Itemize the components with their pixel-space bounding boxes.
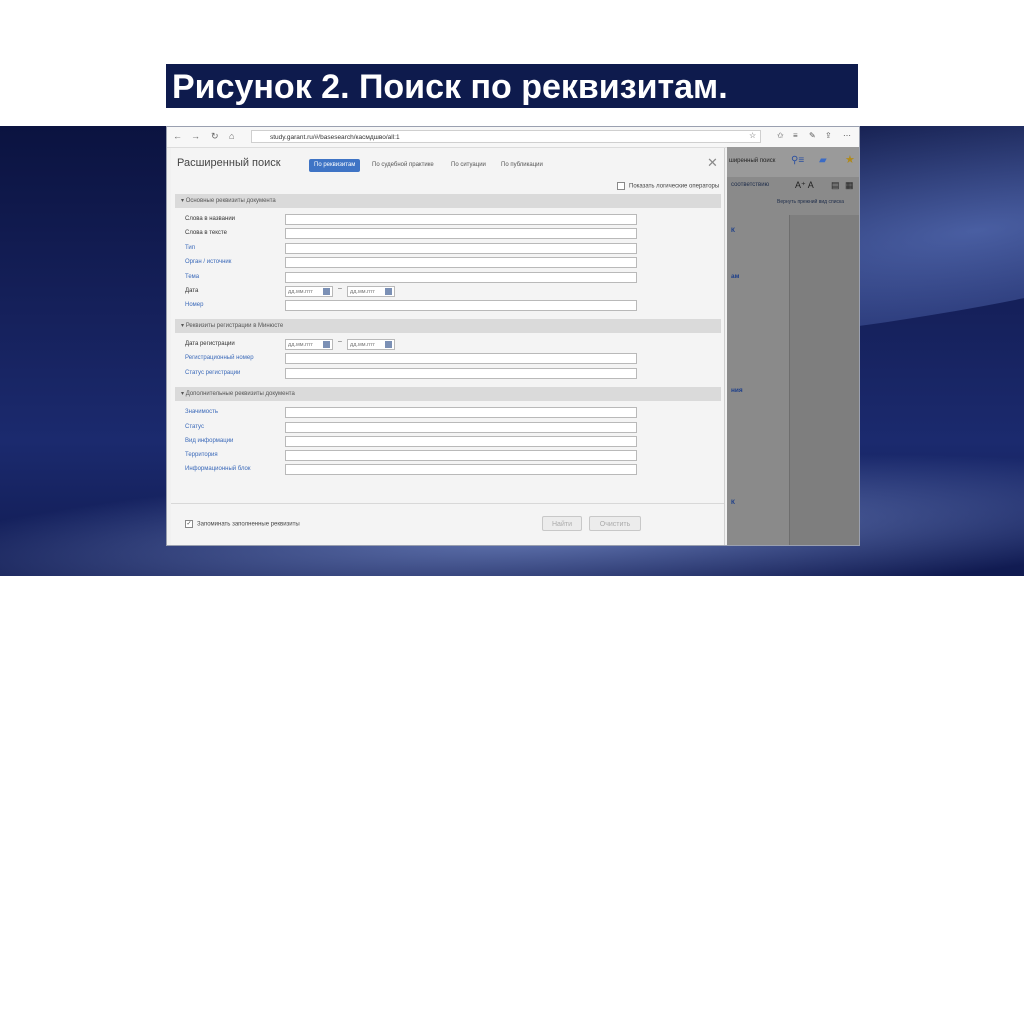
- find-button[interactable]: Найти: [542, 516, 582, 531]
- registration-date-to-input[interactable]: дд.мм.гггг: [347, 339, 395, 350]
- calendar-icon[interactable]: [385, 341, 392, 348]
- label-date: Дата: [185, 288, 199, 294]
- background-header-label: ширенный поиск: [729, 158, 776, 164]
- label-registration-date: Дата регистрации: [185, 341, 235, 347]
- link-territory[interactable]: Территория: [185, 450, 218, 461]
- remember-label: Запоминать заполненные реквизиты: [197, 521, 300, 528]
- registration-date-from-input[interactable]: дд.мм.гггг: [285, 339, 333, 350]
- territory-input[interactable]: [285, 450, 637, 461]
- sort-label: соответствию: [731, 182, 770, 188]
- font-size-icon[interactable]: A⁺ A: [795, 180, 814, 191]
- screenshot-frame: ← → ↻ ⌂ study.garant.ru/#/basesearch/кас…: [166, 126, 860, 546]
- link-topic[interactable]: Тема: [185, 272, 199, 283]
- star-icon: ★: [845, 154, 855, 166]
- background-result-link-1: К: [731, 227, 735, 234]
- date-from-input[interactable]: дд.мм.гггг: [285, 286, 333, 297]
- link-registration-number[interactable]: Регистрационный номер: [185, 353, 254, 364]
- search-logo-icon: ⚲≡: [791, 155, 805, 166]
- share-icon[interactable]: ⇪: [825, 131, 832, 140]
- background-result-link-4: К: [731, 499, 735, 506]
- words-in-title-input[interactable]: [285, 214, 637, 225]
- background-header: ширенный поиск ⚲≡ ▰ ★: [727, 147, 859, 177]
- export-icon[interactable]: ▤: [831, 180, 840, 191]
- label-words-in-title: Слова в названии: [185, 216, 236, 222]
- link-number[interactable]: Номер: [185, 300, 203, 311]
- date-placeholder: дд.мм.гггг: [288, 342, 314, 348]
- section-title: Дополнительные реквизиты документа: [185, 391, 295, 397]
- date-range-dash: –: [338, 338, 342, 345]
- date-to-input[interactable]: дд.мм.гггг: [347, 286, 395, 297]
- registration-status-input[interactable]: [285, 368, 637, 379]
- back-icon[interactable]: ←: [173, 131, 182, 141]
- dialog-title: Расширенный поиск: [177, 157, 281, 169]
- more-icon[interactable]: ⋯: [843, 131, 851, 140]
- address-bar[interactable]: study.garant.ru/#/basesearch/касмдшво/al…: [251, 130, 761, 143]
- information-block-input[interactable]: [285, 464, 637, 475]
- link-type[interactable]: Тип: [185, 243, 195, 254]
- star-icon[interactable]: ☆: [749, 131, 756, 140]
- background-results-panel: ширенный поиск ⚲≡ ▰ ★ соответствию A⁺ A …: [727, 147, 859, 545]
- browser-toolbar: ← → ↻ ⌂ study.garant.ru/#/basesearch/кас…: [167, 127, 859, 148]
- topic-input[interactable]: [285, 272, 637, 283]
- footer-divider: [171, 503, 724, 504]
- label-words-in-text: Слова в тексте: [185, 230, 227, 236]
- calendar-icon[interactable]: [323, 288, 330, 295]
- link-significance[interactable]: Значимость: [185, 407, 218, 418]
- close-icon[interactable]: ✕: [707, 155, 718, 171]
- background-result-link-2: ам: [731, 273, 740, 280]
- link-authority-source[interactable]: Орган / источник: [185, 257, 231, 268]
- show-operators-option[interactable]: Показать логические операторы: [617, 182, 719, 190]
- car-icon: ▰: [819, 155, 827, 166]
- date-range-dash: –: [338, 285, 342, 292]
- authority-source-input[interactable]: [285, 257, 637, 268]
- reading-list-icon[interactable]: ≡: [793, 131, 798, 140]
- favorites-icon[interactable]: ✩: [777, 131, 784, 140]
- status-input[interactable]: [285, 422, 637, 433]
- tab-by-publication[interactable]: По публикации: [496, 159, 548, 172]
- reload-icon[interactable]: ↻: [211, 131, 219, 142]
- information-type-input[interactable]: [285, 436, 637, 447]
- forward-icon[interactable]: →: [191, 131, 200, 141]
- advanced-search-dialog: Расширенный поиск По реквизитам По судеб…: [171, 148, 725, 545]
- link-registration-status[interactable]: Статус регистрации: [185, 368, 240, 379]
- print-icon[interactable]: ▦: [845, 180, 854, 191]
- remember-checkbox[interactable]: ✓: [185, 520, 193, 528]
- background-result-link-3: ния: [731, 387, 743, 394]
- link-information-block[interactable]: Информационный блок: [185, 464, 250, 475]
- home-icon[interactable]: ⌂: [229, 131, 234, 141]
- type-input[interactable]: [285, 243, 637, 254]
- date-placeholder: дд.мм.гггг: [350, 289, 376, 295]
- registration-number-input[interactable]: [285, 353, 637, 364]
- date-placeholder: дд.мм.гггг: [288, 289, 314, 295]
- section-additional-requisites[interactable]: ▾ Дополнительные реквизиты документа: [175, 387, 721, 401]
- number-input[interactable]: [285, 300, 637, 311]
- pen-icon[interactable]: ✎: [809, 131, 816, 140]
- tab-by-court-practice[interactable]: По судебной практике: [367, 159, 439, 172]
- list-view-link[interactable]: Вернуть прежний вид списка: [777, 199, 844, 205]
- calendar-icon[interactable]: [323, 341, 330, 348]
- date-placeholder: дд.мм.гггг: [350, 342, 376, 348]
- show-operators-checkbox[interactable]: [617, 182, 625, 190]
- link-status[interactable]: Статус: [185, 422, 204, 433]
- section-ministry-registration[interactable]: ▾ Реквизиты регистрации в Минюсте: [175, 319, 721, 333]
- clear-button[interactable]: Очистить: [589, 516, 641, 531]
- section-title: Реквизиты регистрации в Минюсте: [185, 323, 284, 329]
- significance-input[interactable]: [285, 407, 637, 418]
- words-in-text-input[interactable]: [285, 228, 637, 239]
- background-column: [789, 215, 859, 545]
- tab-by-requisites[interactable]: По реквизитам: [309, 159, 361, 172]
- section-title: Основные реквизиты документа: [185, 198, 276, 204]
- section-main-requisites[interactable]: ▾ Основные реквизиты документа: [175, 194, 721, 208]
- link-information-type[interactable]: Вид информации: [185, 436, 233, 447]
- slide-title: Рисунок 2. Поиск по реквизитам.: [166, 64, 858, 108]
- tab-by-situation[interactable]: По ситуации: [446, 159, 491, 172]
- show-operators-label: Показать логические операторы: [629, 183, 720, 190]
- calendar-icon[interactable]: [385, 288, 392, 295]
- remember-option[interactable]: ✓ Запоминать заполненные реквизиты: [185, 520, 300, 528]
